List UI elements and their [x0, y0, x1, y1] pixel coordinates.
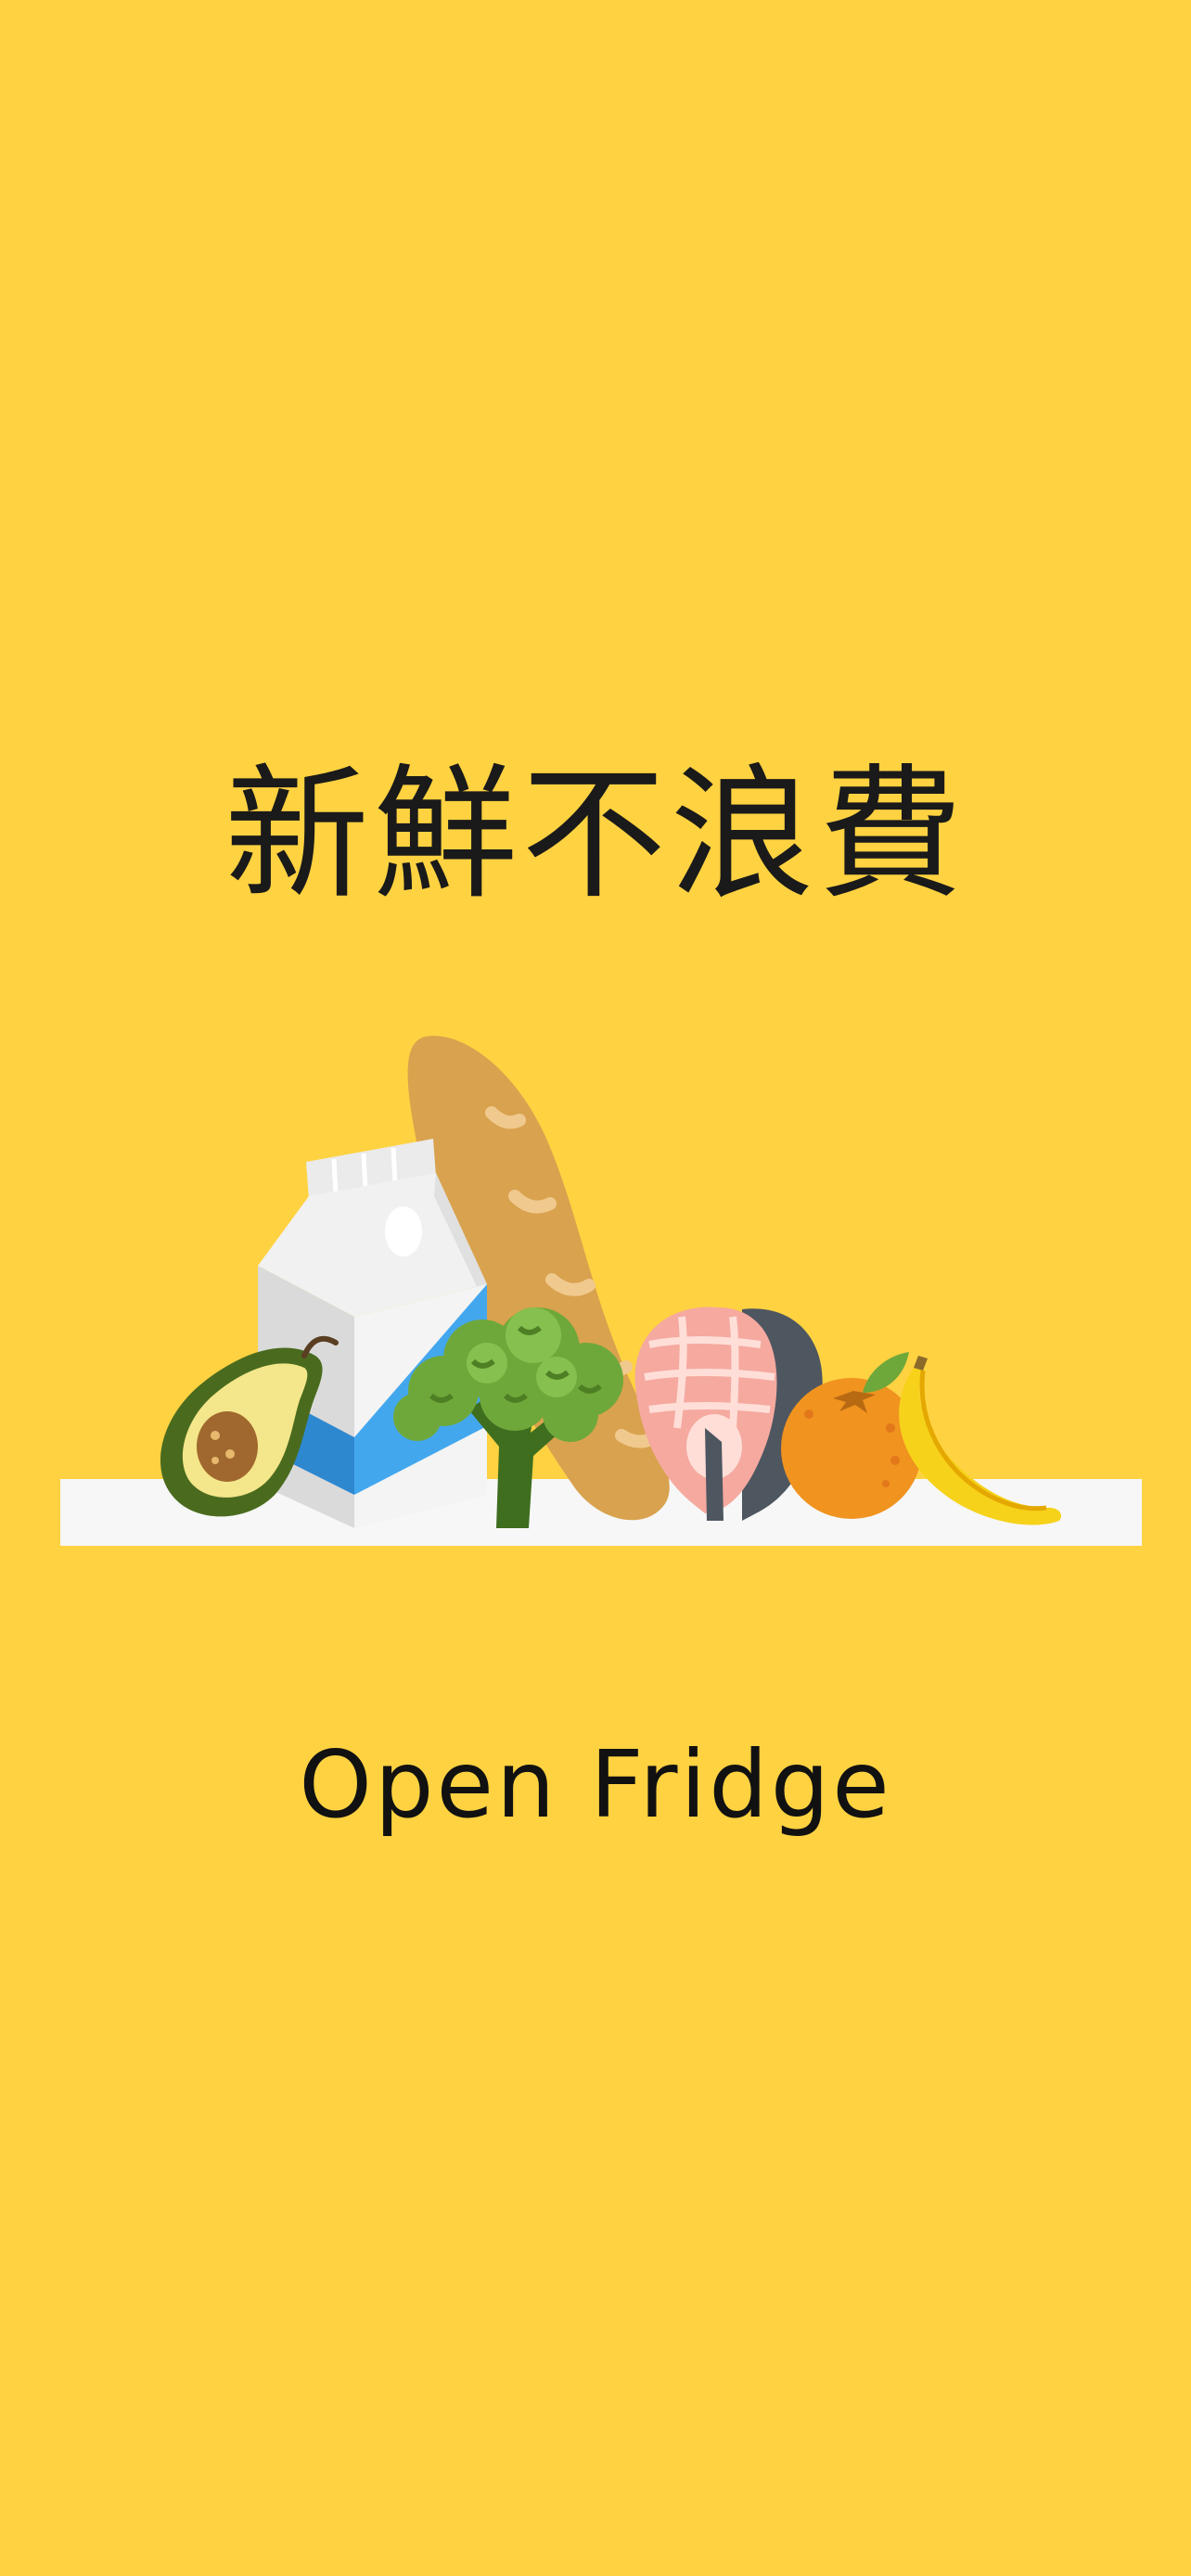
groceries-illustration: [60, 1035, 1142, 1546]
tagline: 新鮮不浪費: [224, 750, 967, 919]
app-name: Open Fridge: [299, 1730, 892, 1839]
splash-screen: 新鮮不浪費 Open Fridge: [0, 0, 1191, 2576]
